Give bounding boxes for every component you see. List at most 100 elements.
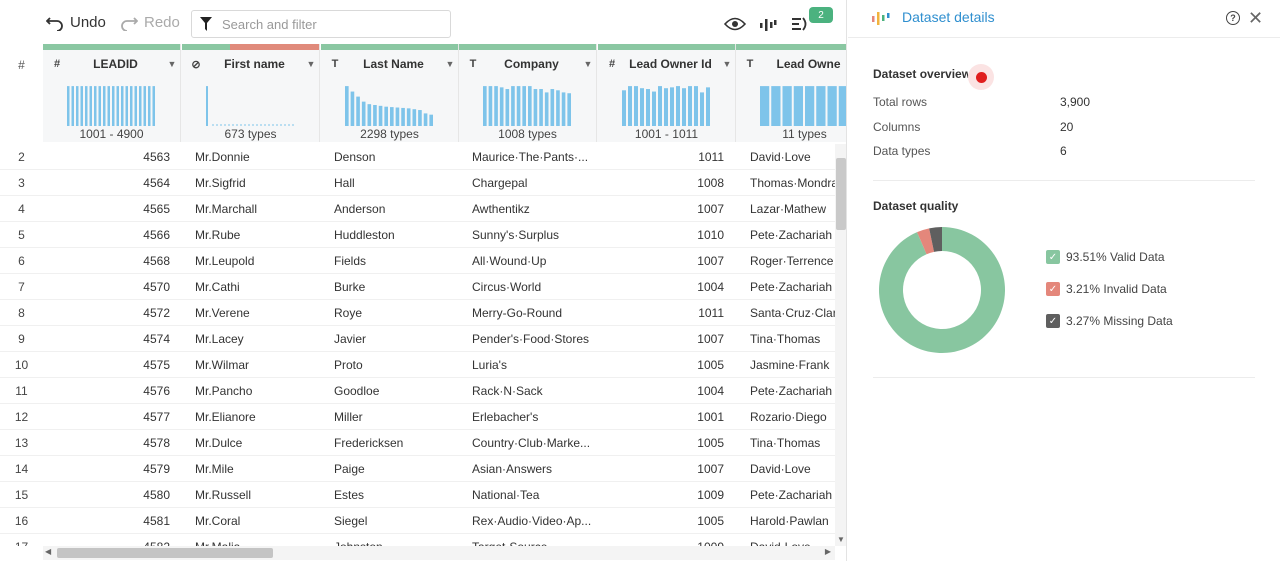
- cell-first-name[interactable]: Mr.Leupold: [195, 254, 315, 268]
- row-number[interactable]: 4: [0, 202, 43, 216]
- close-icon[interactable]: ✕: [1248, 8, 1263, 29]
- row-number[interactable]: 11: [0, 384, 43, 398]
- cell-company[interactable]: Luria's: [472, 358, 592, 372]
- checkbox-icon[interactable]: ✓: [1046, 282, 1060, 296]
- cell-company[interactable]: Country·Club·Marke...: [472, 436, 592, 450]
- redo-button[interactable]: Redo: [120, 14, 180, 31]
- column-header-leadid[interactable]: # LEADID ▼ 1001 - 4900: [43, 44, 181, 142]
- cell-first-name[interactable]: Mr.Sigfrid: [195, 176, 315, 190]
- cell-leadid[interactable]: 4580: [43, 488, 170, 502]
- cell-lead-owner[interactable]: Lazar·Mathew: [750, 202, 835, 216]
- cell-last-name[interactable]: Fields: [334, 254, 454, 268]
- cell-first-name[interactable]: Mr.Donnie: [195, 150, 315, 164]
- legend-item[interactable]: ✓ 3.21% Invalid Data: [1046, 282, 1167, 296]
- cell-lead-owner[interactable]: Rozario·Diego: [750, 410, 835, 424]
- cell-leadid[interactable]: 4563: [43, 150, 170, 164]
- row-number[interactable]: 17: [0, 540, 43, 546]
- row-number[interactable]: 16: [0, 514, 43, 528]
- table-row[interactable]: 3 4564 Mr.Sigfrid Hall Chargepal 1008 Thomas·M…: [0, 170, 835, 196]
- cell-leadid[interactable]: 4576: [43, 384, 170, 398]
- cell-last-name[interactable]: Javier: [334, 332, 454, 346]
- cell-company[interactable]: All·Wound·Up: [472, 254, 592, 268]
- table-row[interactable]: 2 4563 Mr.Donnie Denson Maurice·The·Pants·..…: [0, 144, 835, 170]
- cell-lead-owner[interactable]: Santa·Cruz·Clara: [750, 306, 835, 320]
- cell-first-name[interactable]: Mr.Pancho: [195, 384, 315, 398]
- cell-lead-owner[interactable]: Pete·Zachariah: [750, 488, 835, 502]
- stats-icon[interactable]: [756, 14, 780, 34]
- cell-first-name[interactable]: Mr.Rube: [195, 228, 315, 242]
- cell-company[interactable]: Rex·Audio·Video·Ap...: [472, 514, 592, 528]
- cell-first-name[interactable]: Mr.Mile: [195, 462, 315, 476]
- row-number[interactable]: 15: [0, 488, 43, 502]
- cell-lead-owner-id[interactable]: 1007: [598, 202, 724, 216]
- cell-last-name[interactable]: Proto: [334, 358, 454, 372]
- cell-lead-owner[interactable]: David·Love: [750, 150, 835, 164]
- cell-lead-owner[interactable]: David·Love: [750, 462, 835, 476]
- cell-lead-owner[interactable]: Roger·Terrence: [750, 254, 835, 268]
- vertical-scroll-thumb[interactable]: [836, 158, 846, 230]
- table-row[interactable]: 15 4580 Mr.Russell Estes National·Tea 1009 Pet…: [0, 482, 835, 508]
- cell-leadid[interactable]: 4577: [43, 410, 170, 424]
- cell-company[interactable]: Merry-Go-Round: [472, 306, 592, 320]
- chevron-down-icon[interactable]: ▼: [303, 59, 319, 69]
- cell-last-name[interactable]: Goodloe: [334, 384, 454, 398]
- horizontal-scrollbar[interactable]: ◀ ▶: [43, 546, 835, 560]
- cell-lead-owner-id[interactable]: 1007: [598, 254, 724, 268]
- table-row[interactable]: 10 4575 Mr.Wilmar Proto Luria's 1005 Jasmine·F…: [0, 352, 835, 378]
- checkbox-icon[interactable]: ✓: [1046, 314, 1060, 328]
- legend-item[interactable]: ✓ 3.27% Missing Data: [1046, 314, 1173, 328]
- cell-lead-owner[interactable]: Tina·Thomas: [750, 332, 835, 346]
- cell-lead-owner-id[interactable]: 1007: [598, 462, 724, 476]
- column-header-ownerid[interactable]: # Lead Owner Id ▼ 1001 - 1011: [598, 44, 736, 142]
- cell-last-name[interactable]: Anderson: [334, 202, 454, 216]
- table-row[interactable]: 7 4570 Mr.Cathi Burke Circus·World 1004 Pete·Z…: [0, 274, 835, 300]
- cell-company[interactable]: Awthentikz: [472, 202, 592, 216]
- cell-company[interactable]: Erlebacher's: [472, 410, 592, 424]
- cell-first-name[interactable]: Mr.Verene: [195, 306, 315, 320]
- table-row[interactable]: 14 4579 Mr.Mile Paige Asian·Answers 1007 David…: [0, 456, 835, 482]
- chevron-down-icon[interactable]: ▼: [164, 59, 180, 69]
- search-input[interactable]: [222, 16, 422, 32]
- cell-company[interactable]: Chargepal: [472, 176, 592, 190]
- cell-company[interactable]: Circus·World: [472, 280, 592, 294]
- cell-company[interactable]: Asian·Answers: [472, 462, 592, 476]
- cell-lead-owner-id[interactable]: 1005: [598, 514, 724, 528]
- cell-company[interactable]: Pender's·Food·Stores: [472, 332, 592, 346]
- chevron-down-icon[interactable]: ▼: [580, 59, 596, 69]
- cell-lead-owner-id[interactable]: 1001: [598, 410, 724, 424]
- vertical-scrollbar[interactable]: ▼: [835, 144, 846, 546]
- cell-lead-owner[interactable]: Harold·Pawlan: [750, 514, 835, 528]
- cell-first-name[interactable]: Mr.Russell: [195, 488, 315, 502]
- chevron-down-icon[interactable]: ▼: [719, 59, 735, 69]
- column-header-owner[interactable]: TLead Owne▼11 types: [736, 44, 846, 142]
- cell-last-name[interactable]: Denson: [334, 150, 454, 164]
- cell-lead-owner-id[interactable]: 1009: [598, 488, 724, 502]
- cell-leadid[interactable]: 4570: [43, 280, 170, 294]
- scroll-down-icon[interactable]: ▼: [837, 535, 845, 544]
- row-number[interactable]: 8: [0, 306, 43, 320]
- table-row[interactable]: 174582Mr.MaliaJohnstonTarget·Source1009D…: [0, 534, 835, 546]
- cell-company[interactable]: National·Tea: [472, 488, 592, 502]
- cell-leadid[interactable]: 4568: [43, 254, 170, 268]
- checkbox-icon[interactable]: ✓: [1046, 250, 1060, 264]
- row-number[interactable]: 2: [0, 150, 43, 164]
- search-box[interactable]: [191, 10, 451, 38]
- row-number[interactable]: 12: [0, 410, 43, 424]
- table-row[interactable]: 5 4566 Mr.Rube Huddleston Sunny's·Surplus 101…: [0, 222, 835, 248]
- cell-leadid[interactable]: 4566: [43, 228, 170, 242]
- cell-first-name[interactable]: Mr.Marchall: [195, 202, 315, 216]
- table-row[interactable]: 8 4572 Mr.Verene Roye Merry-Go-Round 1011 Sant…: [0, 300, 835, 326]
- scroll-left-icon[interactable]: ◀: [45, 547, 51, 556]
- cell-last-name[interactable]: Paige: [334, 462, 454, 476]
- table-row[interactable]: 9 4574 Mr.Lacey Javier Pender's·Food·Stores 1…: [0, 326, 835, 352]
- row-number[interactable]: 5: [0, 228, 43, 242]
- cell-lead-owner-id[interactable]: 1011: [598, 306, 724, 320]
- cell-lead-owner-id[interactable]: 1004: [598, 384, 724, 398]
- cell-lead-owner-id[interactable]: 1008: [598, 176, 724, 190]
- cell-first-name[interactable]: Mr.Cathi: [195, 280, 315, 294]
- column-header-lastname[interactable]: T Last Name ▼ 2298 types: [321, 44, 459, 142]
- horizontal-scroll-thumb[interactable]: [57, 548, 273, 558]
- row-number[interactable]: 9: [0, 332, 43, 346]
- cell-lead-owner-id[interactable]: 1005: [598, 436, 724, 450]
- cell-leadid[interactable]: 4572: [43, 306, 170, 320]
